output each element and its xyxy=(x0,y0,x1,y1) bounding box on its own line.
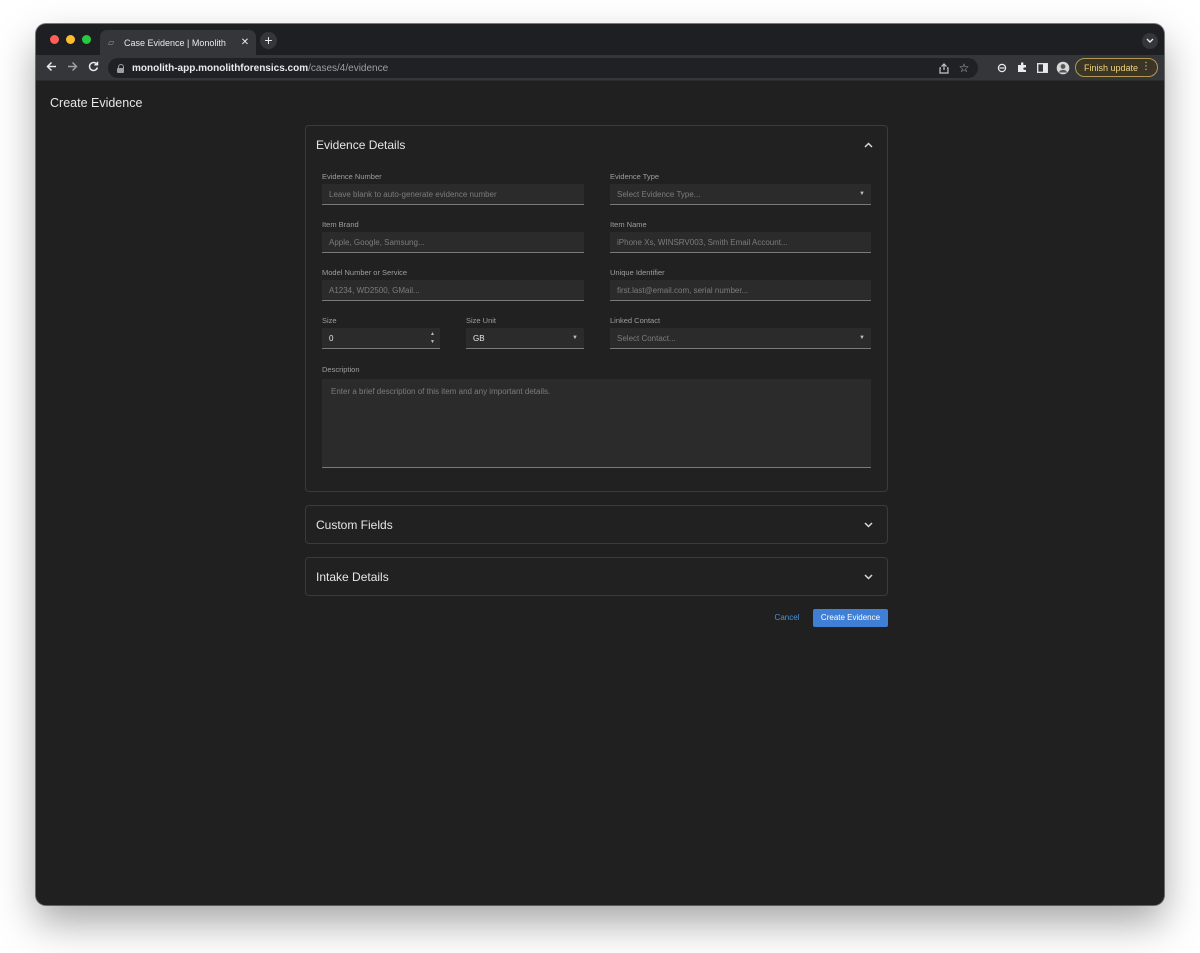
back-button[interactable] xyxy=(42,58,60,76)
evidence-details-panel: Evidence Details Evidence Number Leave b… xyxy=(305,125,888,492)
reload-button[interactable] xyxy=(84,58,102,76)
size-value: 0 xyxy=(329,334,334,343)
custom-fields-title: Custom Fields xyxy=(316,518,393,532)
lock-icon[interactable] xyxy=(117,63,125,73)
item-name-label: Item Name xyxy=(610,220,647,229)
more-vert-icon: ⋮ xyxy=(1141,61,1151,72)
chevron-down-icon[interactable] xyxy=(861,572,875,583)
evidence-number-input[interactable]: Leave blank to auto-generate evidence nu… xyxy=(322,184,584,205)
close-window-button[interactable] xyxy=(50,35,59,44)
new-tab-button[interactable]: + xyxy=(260,32,277,49)
intake-details-title: Intake Details xyxy=(316,570,389,584)
extension-icon[interactable] xyxy=(994,59,1010,77)
description-textarea[interactable]: Enter a brief description of this item a… xyxy=(322,379,871,468)
page-content: Create Evidence Evidence Details Evidenc… xyxy=(36,82,1164,905)
side-panel-icon[interactable] xyxy=(1034,59,1050,77)
chevron-down-icon xyxy=(1146,38,1154,43)
minimize-window-button[interactable] xyxy=(66,35,75,44)
unique-identifier-label: Unique Identifier xyxy=(610,268,665,277)
linked-contact-label: Linked Contact xyxy=(610,316,661,325)
linked-contact-placeholder: Select Contact... xyxy=(617,334,676,343)
model-number-input[interactable]: A1234, WD2500, GMail... xyxy=(322,280,584,301)
dropdown-caret-icon: ▼ xyxy=(859,335,865,341)
evidence-details-header[interactable]: Evidence Details xyxy=(306,126,887,164)
dropdown-caret-icon: ▼ xyxy=(572,335,578,341)
page-favicon-icon: ▱ xyxy=(108,38,115,47)
browser-window: ▱ Case Evidence | Monolith ✕ + monolith-… xyxy=(36,24,1164,905)
page-title: Create Evidence xyxy=(50,96,143,110)
arrow-left-icon xyxy=(45,61,56,72)
tab-strip: ▱ Case Evidence | Monolith ✕ + xyxy=(36,24,1164,55)
evidence-type-placeholder: Select Evidence Type... xyxy=(617,190,701,199)
linked-contact-select[interactable]: Select Contact... ▼ xyxy=(610,328,871,349)
window-controls xyxy=(50,35,91,44)
item-name-input[interactable]: iPhone Xs, WINSRV003, Smith Email Accoun… xyxy=(610,232,871,253)
url-host: monolith-app.monolithforensics.com xyxy=(132,62,309,74)
evidence-type-label: Evidence Type xyxy=(610,172,660,181)
custom-fields-panel[interactable]: Custom Fields xyxy=(305,505,888,544)
size-unit-value: GB xyxy=(473,334,485,343)
evidence-type-select[interactable]: Select Evidence Type... ▼ xyxy=(610,184,871,205)
browser-tab-active[interactable]: ▱ Case Evidence | Monolith ✕ xyxy=(100,30,256,55)
tab-title: Case Evidence | Monolith xyxy=(124,37,226,48)
size-input[interactable]: 0 ▲ ▼ xyxy=(322,328,440,349)
zoom-window-button[interactable] xyxy=(82,35,91,44)
create-evidence-button[interactable]: Create Evidence xyxy=(813,609,888,627)
size-label: Size xyxy=(322,316,337,325)
number-stepper-icon[interactable]: ▲ ▼ xyxy=(430,330,435,346)
url-path: /cases/4/evidence xyxy=(308,62,389,74)
share-icon[interactable] xyxy=(936,60,952,76)
intake-details-panel[interactable]: Intake Details xyxy=(305,557,888,596)
custom-fields-header[interactable]: Custom Fields xyxy=(306,506,887,544)
dropdown-caret-icon: ▼ xyxy=(859,191,865,197)
evidence-number-label: Evidence Number xyxy=(322,172,382,181)
intake-details-header[interactable]: Intake Details xyxy=(306,558,887,596)
chevron-down-icon[interactable] xyxy=(861,520,875,531)
evidence-details-title: Evidence Details xyxy=(316,138,406,152)
size-unit-label: Size Unit xyxy=(466,316,497,325)
finish-update-button[interactable]: Finish update ⋮ xyxy=(1075,58,1158,77)
item-brand-input[interactable]: Apple, Google, Samsung... xyxy=(322,232,584,253)
cancel-button[interactable]: Cancel xyxy=(765,609,809,627)
tab-search-button[interactable] xyxy=(1142,33,1158,49)
forward-button[interactable] xyxy=(63,58,81,76)
unique-identifier-input[interactable]: first.last@email.com, serial number... xyxy=(610,280,871,301)
description-label: Description xyxy=(322,365,360,374)
profile-avatar-icon[interactable] xyxy=(1055,59,1071,77)
star-icon[interactable]: ☆ xyxy=(956,60,972,76)
chevron-up-icon[interactable] xyxy=(861,140,875,151)
tab-close-icon[interactable]: ✕ xyxy=(238,37,252,48)
puzzle-icon[interactable] xyxy=(1014,59,1030,77)
model-number-label: Model Number or Service xyxy=(322,268,408,277)
item-brand-label: Item Brand xyxy=(322,220,359,229)
reload-icon xyxy=(88,61,98,72)
finish-update-label: Finish update xyxy=(1084,62,1139,73)
arrow-right-icon xyxy=(67,61,78,72)
size-unit-select[interactable]: GB ▼ xyxy=(466,328,584,349)
browser-toolbar: monolith-app.monolithforensics.com /case… xyxy=(36,55,1164,81)
address-bar[interactable]: monolith-app.monolithforensics.com /case… xyxy=(108,58,978,78)
